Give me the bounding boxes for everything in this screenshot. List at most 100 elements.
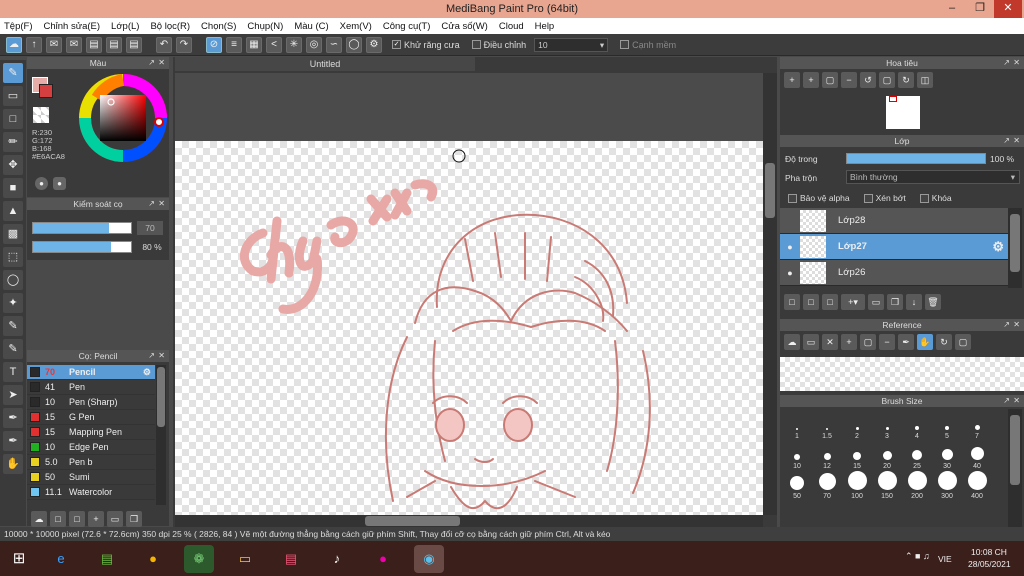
- clock[interactable]: 10:08 CH 28/05/2021: [968, 546, 1011, 570]
- close-panel-icon[interactable]: ✕: [1013, 57, 1020, 69]
- brush-item[interactable]: 10 Edge Pen: [27, 440, 155, 455]
- brush-size-cell[interactable]: 300: [932, 471, 962, 501]
- close-panel-icon[interactable]: ✕: [1013, 135, 1020, 147]
- cloud-icon[interactable]: ☁: [6, 36, 22, 53]
- popout-icon[interactable]: ↗: [148, 350, 155, 362]
- size-slider[interactable]: [32, 222, 132, 234]
- brush-size-cell[interactable]: 40: [962, 441, 992, 471]
- select-eraser-icon[interactable]: ✎: [3, 339, 23, 359]
- menu-item[interactable]: Cloud: [499, 21, 524, 32]
- duplicate-icon[interactable]: ❐: [126, 511, 142, 527]
- delete-layer-icon[interactable]: 🗑: [925, 294, 941, 310]
- document-tab[interactable]: Untitled: [175, 57, 475, 71]
- curve-snap-icon[interactable]: ∽: [326, 36, 342, 53]
- gear-icon[interactable]: ⚙: [143, 367, 151, 378]
- add-layer-menu-icon[interactable]: +▾: [841, 294, 865, 310]
- duplicate-layer-icon[interactable]: ❐: [887, 294, 903, 310]
- close-panel-icon[interactable]: ✕: [158, 198, 165, 210]
- layer-row[interactable]: Lớp28: [780, 208, 1008, 234]
- add-brush-icon[interactable]: +: [88, 511, 104, 527]
- menu-item[interactable]: Chỉnh sửa(E): [44, 21, 101, 32]
- chrome-icon[interactable]: ●: [138, 545, 168, 573]
- menu-item[interactable]: Tệp(F): [4, 21, 33, 32]
- menu-item[interactable]: Màu (C): [294, 21, 328, 32]
- brush-item[interactable]: 15 Mapping Pen: [27, 425, 155, 440]
- brush-size-cell[interactable]: 25: [902, 441, 932, 471]
- popout-icon[interactable]: ↗: [1003, 395, 1010, 407]
- brush-item[interactable]: 5.0 Pen b: [27, 455, 155, 470]
- navigator-preview[interactable]: [886, 96, 920, 129]
- zoom-in2-icon[interactable]: +: [803, 72, 819, 88]
- color-wheel[interactable]: [77, 72, 169, 164]
- fit-window-icon[interactable]: ▢: [879, 72, 895, 88]
- merge-down-icon[interactable]: ↓: [906, 294, 922, 310]
- zoom-in-icon[interactable]: +: [784, 72, 800, 88]
- new-8bit-layer-icon[interactable]: □: [822, 294, 838, 310]
- brush-item[interactable]: 50 Sumi: [27, 470, 155, 485]
- reference-view[interactable]: [780, 357, 1024, 391]
- adjust-dropdown[interactable]: 10 ▾: [534, 37, 609, 52]
- antialias-checkbox[interactable]: ✓: [392, 40, 401, 49]
- new-layer-icon[interactable]: □: [784, 294, 800, 310]
- layer-folder-icon[interactable]: ▭: [868, 294, 884, 310]
- fit-window-icon[interactable]: ▢: [955, 334, 971, 350]
- bluestacks-icon[interactable]: ▤: [92, 545, 122, 573]
- brush-item[interactable]: 10 Pen (Sharp): [27, 395, 155, 410]
- eyedropper-icon[interactable]: ✒: [3, 408, 23, 428]
- brush-size-cell[interactable]: 400: [962, 471, 992, 501]
- adjust-checkbox[interactable]: [471, 40, 481, 49]
- circle-snap-icon[interactable]: ◎: [306, 36, 322, 53]
- brush-size-cell[interactable]: 10: [782, 441, 812, 471]
- clipping-option[interactable]: Xén bớt: [863, 193, 906, 204]
- brush-item[interactable]: 15 G Pen: [27, 410, 155, 425]
- cross-snap-icon[interactable]: ▦: [246, 36, 262, 53]
- popout-icon[interactable]: ↗: [148, 198, 155, 210]
- brush-size-scrollbar[interactable]: [1008, 409, 1022, 527]
- menu-item[interactable]: Công cụ(T): [383, 21, 431, 32]
- rotate-left-icon[interactable]: ↺: [860, 72, 876, 88]
- magic-wand-icon[interactable]: ✦: [3, 293, 23, 313]
- popout-icon[interactable]: ↗: [1003, 319, 1010, 331]
- folder-icon[interactable]: ▭: [107, 511, 123, 527]
- edge-browser-icon[interactable]: e: [46, 545, 76, 573]
- operation-tool-icon[interactable]: ➤: [3, 385, 23, 405]
- powerpoint-icon[interactable]: ▤: [276, 545, 306, 573]
- zoom-in-icon[interactable]: +: [841, 334, 857, 350]
- draw-tool-icon[interactable]: ✏: [3, 132, 23, 152]
- fit-icon[interactable]: ▢: [822, 72, 838, 88]
- gear-icon[interactable]: ⚙: [992, 239, 1004, 255]
- restore-button[interactable]: ❐: [966, 0, 994, 18]
- opacity-slider[interactable]: [32, 241, 132, 253]
- antialias-option[interactable]: ✓ Khử răng cưa: [392, 40, 460, 50]
- close-button[interactable]: ✕: [994, 0, 1022, 18]
- brush-item[interactable]: 41 Pen: [27, 380, 155, 395]
- brush-size-cell[interactable]: 15: [842, 441, 872, 471]
- select-pen-icon[interactable]: ✎: [3, 316, 23, 336]
- size-value[interactable]: 70: [137, 221, 163, 235]
- brush-size-cell[interactable]: 7: [962, 411, 992, 441]
- brush-tool-icon[interactable]: ✎: [3, 63, 23, 83]
- color-history-icon[interactable]: ●: [53, 177, 66, 190]
- hand-tool-icon[interactable]: ✋: [3, 454, 23, 474]
- brush-size-cell[interactable]: 12: [812, 441, 842, 471]
- snap-off-icon[interactable]: ⊘: [206, 36, 222, 53]
- ellipse-snap-icon[interactable]: ◯: [346, 36, 362, 53]
- share-icon[interactable]: ↑: [26, 36, 42, 53]
- canvas-vertical-scrollbar[interactable]: [763, 73, 777, 515]
- brush-size-cell[interactable]: 100: [842, 471, 872, 501]
- minimize-button[interactable]: –: [938, 0, 966, 18]
- menu-item[interactable]: Cửa số(W): [441, 21, 487, 32]
- popout-icon[interactable]: ↗: [1003, 135, 1010, 147]
- close-icon[interactable]: ✕: [822, 334, 838, 350]
- zoom-out-icon[interactable]: −: [841, 72, 857, 88]
- brush-size-cell[interactable]: 150: [872, 471, 902, 501]
- bucket-tool-icon[interactable]: ▲: [3, 201, 23, 221]
- soft-edge-checkbox[interactable]: [620, 40, 630, 49]
- fit-icon[interactable]: ▢: [860, 334, 876, 350]
- brush-list-scrollbar[interactable]: [156, 365, 166, 505]
- eraser-tool-icon[interactable]: ▭: [3, 86, 23, 106]
- menu-item[interactable]: Xem(V): [340, 21, 372, 32]
- radial-snap-icon[interactable]: ✳: [286, 36, 302, 53]
- brush-size-cell[interactable]: 20: [872, 441, 902, 471]
- page-list-icon[interactable]: ▤: [106, 36, 122, 53]
